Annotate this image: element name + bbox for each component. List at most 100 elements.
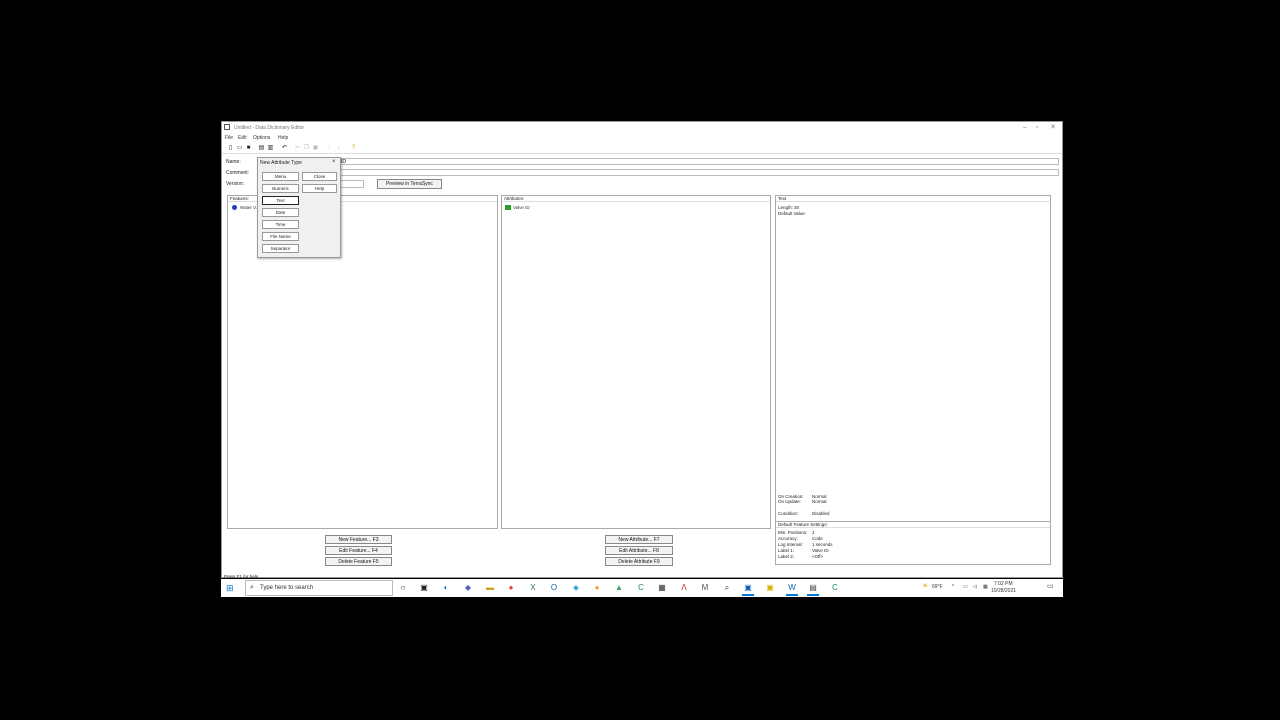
cortana-icon[interactable]: ○ bbox=[397, 582, 409, 594]
network-icon[interactable]: ▭ bbox=[963, 584, 968, 590]
print-preview-icon[interactable]: ▥ bbox=[267, 145, 274, 151]
details-panel-header: Text bbox=[776, 196, 1050, 202]
comment-field[interactable] bbox=[337, 169, 1059, 176]
min-positions-label: Min. Positions: bbox=[778, 530, 808, 535]
move-down-icon[interactable]: ↓ bbox=[335, 145, 342, 151]
input-icon[interactable]: ▦ bbox=[983, 584, 988, 590]
type-text-button[interactable]: Text bbox=[262, 196, 299, 205]
default-settings-title: Default Feature Settings: bbox=[778, 522, 828, 527]
default-value-label: Default Value: bbox=[778, 211, 806, 216]
calculator-icon[interactable]: ▦ bbox=[656, 582, 668, 594]
preview-terrasync-button[interactable]: Preview in TerraSync bbox=[377, 179, 442, 189]
name-field-value: ID bbox=[341, 159, 346, 165]
task-view-icon[interactable]: ▣ bbox=[418, 582, 430, 594]
magnifier-icon[interactable]: ⌕ bbox=[721, 582, 733, 594]
outlook-icon[interactable]: O bbox=[548, 582, 560, 594]
type-file-name-button[interactable]: File Name bbox=[262, 232, 299, 241]
edit-attribute-button[interactable]: Edit Attribute... F8 bbox=[605, 546, 673, 555]
attribute-details-panel: Text Length: 30 Default Value: On Creati… bbox=[775, 195, 1051, 529]
list-item[interactable]: Valve ID bbox=[504, 204, 770, 211]
print-icon[interactable]: ▤ bbox=[258, 145, 265, 151]
dialog-title: New Attribute Type bbox=[260, 160, 302, 166]
menu-help[interactable]: Help bbox=[278, 135, 288, 141]
app-window: Untitled - Data Dictionary Editor – ▫ ✕ … bbox=[221, 121, 1063, 579]
taskbar-search[interactable]: ⌕ Type here to search bbox=[245, 580, 393, 596]
log-interval-value: 1 seconds bbox=[812, 542, 833, 547]
features-title: Features: bbox=[230, 196, 250, 201]
new-icon[interactable]: ▯ bbox=[227, 145, 234, 151]
comment-label: Comment: bbox=[226, 170, 250, 176]
label1-label: Label 1: bbox=[778, 548, 795, 553]
type-numeric-button[interactable]: Numeric bbox=[262, 184, 299, 193]
file-explorer-icon[interactable]: ▬ bbox=[484, 582, 496, 594]
volume-icon[interactable]: ◁ bbox=[973, 584, 977, 590]
show-hidden-icons[interactable]: ^ bbox=[952, 584, 954, 590]
edit-feature-button[interactable]: Edit Feature... F4 bbox=[325, 546, 392, 555]
type-date-button[interactable]: Date bbox=[262, 208, 299, 217]
menu-edit[interactable]: Edit bbox=[238, 135, 247, 141]
save-icon[interactable]: ■ bbox=[245, 145, 252, 151]
acrobat-icon[interactable]: Λ bbox=[678, 582, 690, 594]
open-icon[interactable]: ▭ bbox=[236, 145, 243, 151]
type-menu-button[interactable]: Menu bbox=[262, 172, 299, 181]
app-icon-green[interactable]: ▲ bbox=[613, 582, 625, 594]
toolbar: ▯ ▭ ■ ▤ ▥ ↶ ✂ ❐ ▣ ↑ ↓ ? bbox=[222, 143, 1062, 154]
dialog-close-button[interactable]: Close bbox=[302, 172, 337, 181]
weather-temp[interactable]: 69°F bbox=[932, 584, 943, 590]
name-field[interactable]: ID bbox=[337, 158, 1059, 165]
on-update-value: Normal bbox=[812, 499, 827, 504]
menu-file[interactable]: File bbox=[225, 135, 233, 141]
menu-options[interactable]: Options bbox=[253, 135, 270, 141]
attribute-label: Valve ID bbox=[513, 205, 530, 210]
move-up-icon[interactable]: ↑ bbox=[326, 145, 333, 151]
paste-icon[interactable]: ▣ bbox=[312, 145, 319, 151]
on-update-label: On Update: bbox=[778, 499, 802, 504]
store-icon[interactable]: ◈ bbox=[570, 582, 582, 594]
cut-icon[interactable]: ✂ bbox=[294, 145, 301, 151]
app-icon-c2[interactable]: C bbox=[829, 582, 841, 594]
undo-icon[interactable]: ↶ bbox=[281, 145, 288, 151]
chrome-icon[interactable]: ● bbox=[505, 582, 517, 594]
data-dictionary-editor-icon[interactable]: ▤ bbox=[807, 582, 819, 596]
app-icon-orange[interactable]: ● bbox=[591, 582, 603, 594]
window-title: Untitled - Data Dictionary Editor bbox=[234, 125, 305, 131]
excel-icon[interactable]: X bbox=[527, 582, 539, 594]
maximize-button[interactable]: ▫ bbox=[1030, 123, 1044, 132]
copy-icon[interactable]: ❐ bbox=[303, 145, 310, 151]
version-label: Version: bbox=[226, 181, 245, 187]
new-feature-button[interactable]: New Feature... F3 bbox=[325, 535, 392, 544]
text-attribute-icon bbox=[505, 205, 511, 210]
taskbar-date[interactable]: 10/28/2021 bbox=[991, 588, 1016, 594]
version-select[interactable] bbox=[337, 180, 364, 188]
app-icon-c[interactable]: C bbox=[635, 582, 647, 594]
teams-icon[interactable]: ◆ bbox=[462, 582, 474, 594]
type-time-button[interactable]: Time bbox=[262, 220, 299, 229]
close-button[interactable]: ✕ bbox=[1046, 123, 1060, 132]
word-icon[interactable]: W bbox=[786, 582, 798, 596]
search-placeholder: Type here to search bbox=[260, 585, 314, 591]
delete-attribute-button[interactable]: Delete Attribute F9 bbox=[605, 557, 673, 566]
default-feature-settings: Default Feature Settings: Min. Positions… bbox=[775, 521, 1051, 565]
label2-label: Label 2: bbox=[778, 554, 795, 559]
help-icon[interactable]: ? bbox=[350, 145, 357, 151]
app-icon-blue[interactable]: ▣ bbox=[742, 582, 754, 596]
taskbar-time[interactable]: 7:02 PM bbox=[994, 581, 1013, 587]
dialog-close-icon[interactable]: × bbox=[332, 159, 336, 165]
delete-feature-button[interactable]: Delete Feature F5 bbox=[325, 557, 392, 566]
default-settings-header: Default Feature Settings: bbox=[776, 522, 1050, 528]
weather-icon: ☀ bbox=[922, 583, 929, 590]
app-icon-yellow[interactable]: ▣ bbox=[764, 582, 776, 594]
edge-icon[interactable]: ◐ bbox=[440, 582, 452, 594]
accuracy-label: Accuracy: bbox=[778, 536, 798, 541]
new-attribute-type-dialog: New Attribute Type × Menu Numeric Text D… bbox=[257, 157, 341, 258]
windows-start-icon[interactable]: ⊞ bbox=[226, 583, 234, 593]
label1-value: Valve ID bbox=[812, 548, 829, 553]
notification-icon[interactable]: ▭ bbox=[1047, 582, 1054, 590]
feature-point-icon bbox=[232, 205, 237, 210]
app-icon-m[interactable]: M bbox=[699, 582, 711, 594]
taskbar: ⊞ ⌕ Type here to search ○ ▣ ◐ ◆ ▬ ● X O … bbox=[221, 579, 1063, 597]
new-attribute-button[interactable]: New Attribute... F7 bbox=[605, 535, 673, 544]
dialog-help-button[interactable]: Help bbox=[302, 184, 337, 193]
type-separator-button[interactable]: Separator bbox=[262, 244, 299, 253]
attributes-panel: Attributes: Valve ID bbox=[501, 195, 771, 529]
